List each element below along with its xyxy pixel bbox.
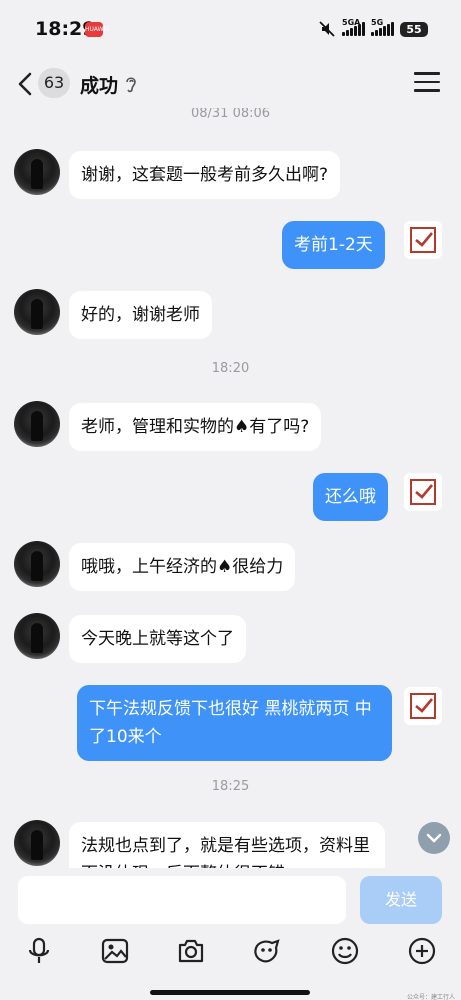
message-timestamp: 18:20	[211, 361, 250, 376]
contact-avatar[interactable]	[14, 149, 60, 195]
select-checkbox[interactable]	[404, 473, 442, 511]
app-notification-icon: HUAWEI	[85, 22, 109, 37]
battery-icon: 55	[400, 21, 428, 37]
signal-5g-icon: 5G	[371, 18, 394, 36]
incoming-message[interactable]: 法规也点到了，就是有些选项，资料里面没体现，后面整体很不错	[69, 822, 385, 868]
incoming-message[interactable]: 老师，管理和实物的♠有了吗?	[69, 403, 322, 451]
home-indicator[interactable]	[150, 990, 310, 995]
input-bar: 发送 公众号：建工行人	[0, 868, 461, 1000]
message-timestamp: 18:25	[211, 779, 250, 794]
contact-avatar[interactable]	[14, 401, 60, 447]
incoming-message[interactable]: 好的，谢谢老师	[69, 291, 212, 339]
send-button[interactable]: 发送	[360, 876, 442, 924]
contact-avatar[interactable]	[14, 613, 60, 659]
image-icon[interactable]	[100, 936, 130, 966]
contact-avatar[interactable]	[14, 289, 60, 335]
unread-count-badge[interactable]: 63	[38, 68, 70, 98]
contact-avatar[interactable]	[14, 541, 60, 587]
scroll-to-bottom-button[interactable]	[418, 822, 450, 854]
contact-avatar[interactable]	[14, 820, 60, 866]
mute-icon	[319, 21, 335, 37]
status-icons: 5GA 5G 55	[318, 18, 428, 39]
signal-5ga-icon: 5GA	[342, 18, 365, 36]
chevron-down-icon	[426, 833, 442, 843]
emoji-icon[interactable]	[330, 936, 360, 966]
menu-icon[interactable]	[414, 72, 440, 96]
status-bar: 18:29 HUAWEI 5GA 5G 55	[0, 0, 461, 60]
incoming-message[interactable]: 今天晚上就等这个了	[69, 615, 246, 663]
chat-header: 63 成功	[0, 60, 461, 108]
ear-icon	[126, 77, 136, 93]
back-arrow-icon[interactable]	[14, 70, 38, 98]
outgoing-message[interactable]: 考前1-2天	[282, 221, 385, 269]
sticker-icon[interactable]	[252, 936, 282, 966]
incoming-message[interactable]: 哦哦，上午经济的♠很给力	[69, 543, 296, 591]
message-timestamp: 08/31 08:06	[190, 108, 271, 121]
outgoing-message[interactable]: 下午法规反馈下也很好 黑桃就两页 中了10来个	[77, 685, 392, 761]
chat-title[interactable]: 成功	[80, 71, 118, 98]
select-checkbox[interactable]	[404, 687, 442, 725]
camera-icon[interactable]	[176, 936, 206, 966]
microphone-icon[interactable]	[24, 936, 54, 966]
chat-message-list[interactable]: 08/31 08:06 谢谢，这套题一般考前多久出啊? 考前1-2天 好的，谢谢…	[0, 108, 461, 868]
select-checkbox[interactable]	[404, 221, 442, 259]
message-input[interactable]	[18, 876, 346, 924]
plus-icon[interactable]	[407, 936, 437, 966]
outgoing-message[interactable]: 还么哦	[313, 473, 388, 521]
watermark: 公众号：建工行人	[406, 994, 455, 1000]
incoming-message[interactable]: 谢谢，这套题一般考前多久出啊?	[69, 151, 341, 199]
